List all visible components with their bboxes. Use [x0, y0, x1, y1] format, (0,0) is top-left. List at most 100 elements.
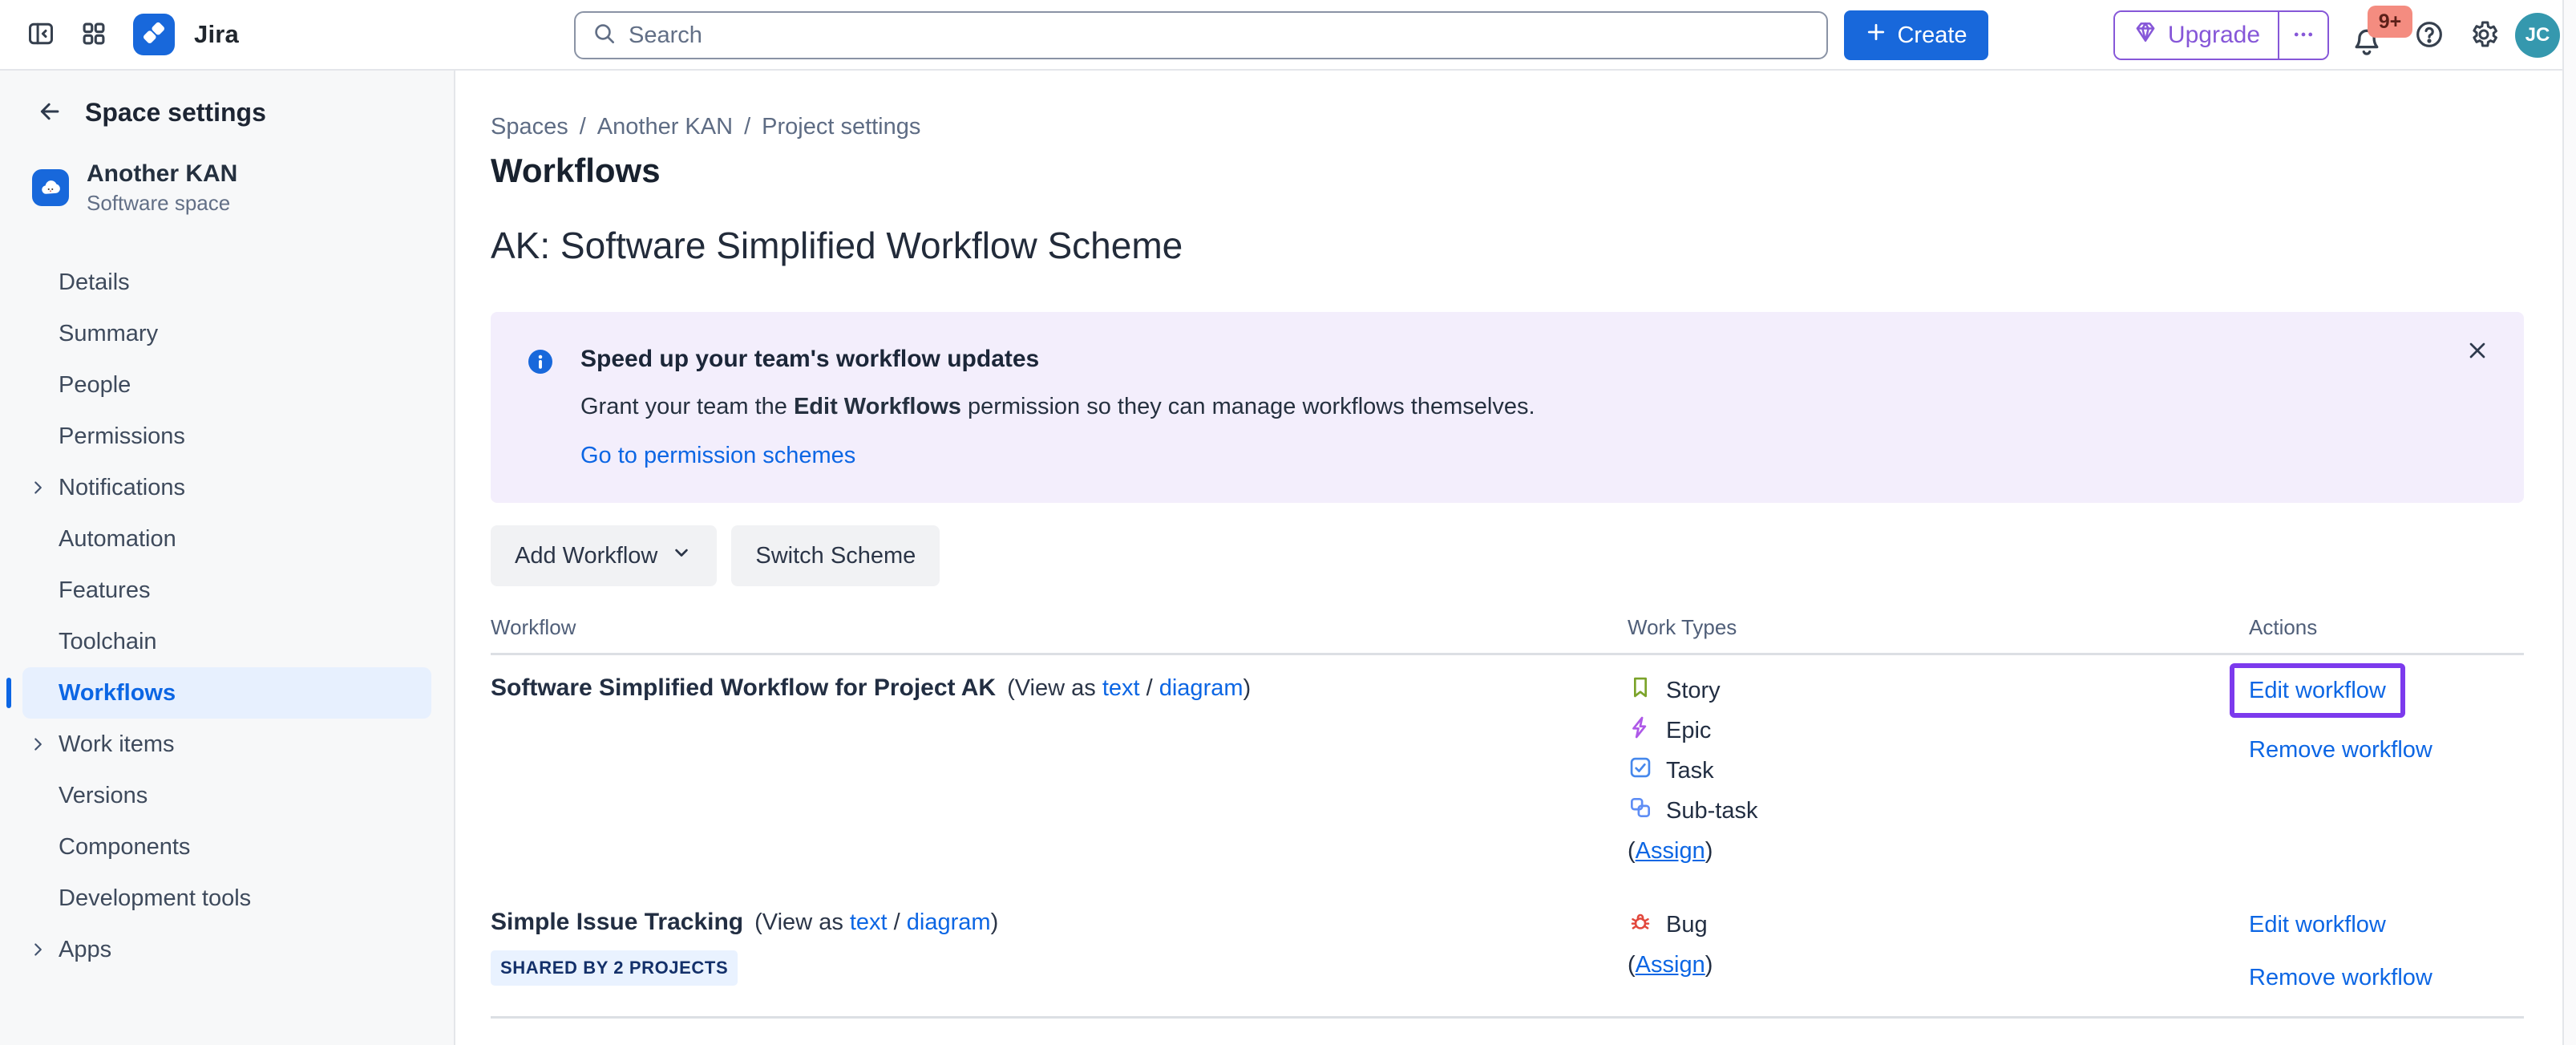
sidebar-item-label: Apps	[59, 937, 111, 963]
info-icon	[526, 347, 555, 469]
chevron-down-icon	[670, 541, 693, 570]
help-button[interactable]	[2406, 12, 2453, 59]
view-as-separator: /	[1140, 675, 1159, 701]
banner-title: Speed up your team's workflow updates	[580, 346, 1535, 373]
remove-workflow-link[interactable]: Remove workflow	[2249, 734, 2432, 766]
upgrade-button[interactable]: Upgrade	[2115, 12, 2278, 59]
create-button[interactable]: Create	[1844, 10, 1988, 60]
paren-close: )	[1705, 952, 1713, 978]
breadcrumb-spaces[interactable]: Spaces	[491, 114, 568, 140]
view-as-text-link[interactable]: text	[850, 909, 888, 935]
space-settings-sidebar: Space settings Another KAN Software spac…	[0, 71, 455, 1045]
sidebar-item-label: Features	[59, 577, 150, 604]
jira-logo-icon[interactable]	[133, 14, 175, 55]
app-switcher-button[interactable]	[71, 11, 117, 58]
add-workflow-button[interactable]: Add Workflow	[491, 525, 717, 586]
upgrade-button-label: Upgrade	[2168, 22, 2260, 49]
workflow-cell: Software Simplified Workflow for Project…	[491, 674, 1628, 867]
back-arrow-icon	[36, 98, 63, 128]
notifications-button[interactable]: 9+	[2350, 7, 2398, 63]
sidebar-item-label: Development tools	[59, 885, 251, 912]
remove-workflow-link[interactable]: Remove workflow	[2249, 962, 2432, 994]
sidebar-item-label: People	[59, 372, 131, 399]
sidebar-item-label: Work items	[59, 731, 174, 758]
assign-link[interactable]: Assign	[1636, 952, 1705, 978]
work-type-label: Task	[1666, 758, 1714, 784]
work-type-subtask: Sub-task	[1628, 795, 2249, 827]
plus-icon	[1865, 21, 1887, 50]
view-as-group: (View as text / diagram)	[1007, 675, 1251, 702]
sidebar-item-summary[interactable]: Summary	[22, 308, 431, 359]
edit-workflow-link[interactable]: Edit workflow	[2249, 678, 2386, 703]
search-input[interactable]	[629, 22, 1810, 49]
sidebar-item-work-items[interactable]: Work items	[22, 719, 431, 770]
sidebar-item-permissions[interactable]: Permissions	[22, 411, 431, 462]
project-name: Another KAN	[87, 160, 237, 188]
collapse-sidebar-button[interactable]	[18, 11, 64, 58]
sidebar-item-components[interactable]: Components	[22, 821, 431, 873]
sidebar-item-development-tools[interactable]: Development tools	[22, 873, 431, 924]
sidebar-title: Space settings	[85, 98, 266, 128]
sidebar-item-versions[interactable]: Versions	[22, 770, 431, 821]
info-banner: Speed up your team's workflow updates Gr…	[491, 312, 2524, 503]
breadcrumb-project[interactable]: Another KAN	[597, 114, 733, 140]
workflow-toolbar: Add Workflow Switch Scheme	[491, 525, 2524, 586]
scheme-title: AK: Software Simplified Workflow Scheme	[491, 224, 2524, 267]
sidebar-item-automation[interactable]: Automation	[22, 513, 431, 565]
view-as-diagram-link[interactable]: diagram	[1159, 675, 1244, 701]
view-as-text-link[interactable]: text	[1102, 675, 1140, 701]
story-icon	[1628, 674, 1653, 707]
breadcrumb-project-settings[interactable]: Project settings	[762, 114, 920, 140]
notification-count-badge: 9+	[2368, 6, 2412, 38]
sidebar-item-details[interactable]: Details	[22, 257, 431, 308]
sidebar-item-toolchain[interactable]: Toolchain	[22, 616, 431, 667]
scrollbar-gutter[interactable]	[2562, 0, 2576, 1045]
help-icon	[2413, 18, 2445, 53]
workflow-name: Software Simplified Workflow for Project…	[491, 674, 996, 702]
work-type-label: Bug	[1666, 912, 1708, 938]
sidebar-item-label: Details	[59, 269, 130, 296]
actions-cell: Edit workflow Remove workflow	[2249, 909, 2524, 994]
sidebar-item-apps[interactable]: Apps	[22, 924, 431, 975]
banner-body-prefix: Grant your team the	[580, 394, 794, 419]
task-icon	[1628, 755, 1653, 787]
user-avatar[interactable]: JC	[2515, 13, 2560, 58]
banner-close-button[interactable]	[2460, 333, 2495, 371]
breadcrumb: Spaces / Another KAN / Project settings	[491, 114, 2524, 140]
app-switcher-grid-icon	[80, 20, 107, 50]
banner-body: Grant your team the Edit Workflows permi…	[580, 394, 1535, 420]
paren-close: )	[1705, 838, 1713, 865]
view-as-diagram-link[interactable]: diagram	[907, 909, 991, 935]
search-box[interactable]	[574, 11, 1828, 59]
assign-link[interactable]: Assign	[1636, 838, 1705, 865]
paren-open: (	[1628, 952, 1636, 978]
work-type-label: Epic	[1666, 718, 1711, 744]
panel-collapse-icon	[26, 19, 55, 51]
sidebar-item-features[interactable]: Features	[22, 565, 431, 616]
subtask-icon	[1628, 795, 1653, 827]
work-type-task: Task	[1628, 755, 2249, 787]
edit-workflow-link[interactable]: Edit workflow	[2249, 909, 2386, 941]
upgrade-split-button: Upgrade	[2113, 10, 2329, 60]
workflows-table: Workflow Work Types Actions Software Sim…	[491, 615, 2524, 1019]
settings-button[interactable]	[2461, 12, 2507, 59]
upgrade-more-button[interactable]	[2278, 12, 2327, 59]
sidebar-item-workflows[interactable]: Workflows	[22, 667, 431, 719]
work-type-label: Story	[1666, 678, 1721, 704]
sidebar-item-label: Toolchain	[59, 629, 157, 655]
sidebar-item-notifications[interactable]: Notifications	[22, 462, 431, 513]
column-header-work-types: Work Types	[1628, 615, 2249, 640]
switch-scheme-button[interactable]: Switch Scheme	[731, 525, 940, 586]
paren-open: (	[1628, 838, 1636, 865]
shared-projects-badge: SHARED BY 2 PROJECTS	[491, 950, 738, 986]
assign-line: (Assign)	[1628, 949, 2249, 981]
sidebar-item-people[interactable]: People	[22, 359, 431, 411]
work-type-label: Sub-task	[1666, 798, 1757, 824]
permission-schemes-link[interactable]: Go to permission schemes	[580, 443, 855, 469]
view-as-suffix: )	[991, 909, 999, 935]
workflow-name: Simple Issue Tracking	[491, 909, 743, 936]
project-type: Software space	[87, 191, 237, 216]
create-button-label: Create	[1897, 22, 1967, 49]
breadcrumb-separator: /	[580, 114, 586, 140]
back-button[interactable]	[32, 95, 67, 130]
